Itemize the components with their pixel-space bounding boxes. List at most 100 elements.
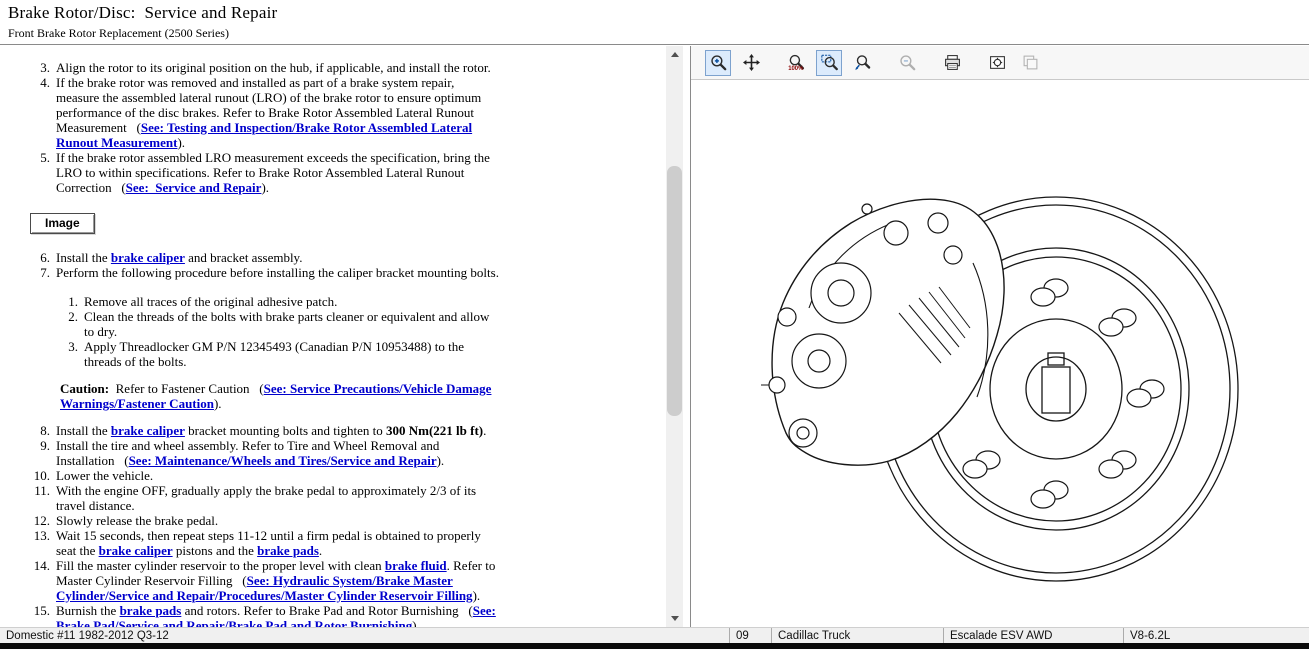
status-model: Escalade ESV AWD xyxy=(943,628,1123,643)
zoom-dynamic-button[interactable] xyxy=(849,50,875,76)
step-text: Align the rotor to its original position… xyxy=(56,60,500,75)
procedure-step: 6. Install the brake caliper and bracket … xyxy=(30,250,500,265)
step-text: Install the tire and wheel assembly. Ref… xyxy=(56,438,500,468)
step-number: 1. xyxy=(58,294,78,309)
procedure-step: 15.Burnish the brake pads and rotors. Re… xyxy=(30,603,500,627)
doc-text: Burnish the xyxy=(56,603,120,618)
step-text: Apply Threadlocker GM P/N 12345493 (Cana… xyxy=(84,339,500,369)
procedure-step: 3.Apply Threadlocker GM P/N 12345493 (Ca… xyxy=(58,339,500,369)
step-number: 8. xyxy=(30,423,50,438)
step-number: 2. xyxy=(58,309,78,339)
doc-link[interactable]: See: Maintenance/Wheels and Tires/Servic… xyxy=(129,453,437,468)
doc-text: Remove all traces of the original adhesi… xyxy=(84,294,337,309)
step-text: If the brake rotor assembled LRO measure… xyxy=(56,150,500,195)
steps-list-bottom: 8. Install the brake caliper bracket moun… xyxy=(30,423,500,627)
doc-text: and rotors. Refer to Brake Pad and Rotor… xyxy=(181,603,472,618)
image-toggle-button[interactable]: Image xyxy=(30,213,95,234)
step-number: 3. xyxy=(30,60,50,75)
sub-steps-list: 1. Remove all traces of the original adhe… xyxy=(58,294,500,369)
print-button[interactable] xyxy=(939,50,965,76)
procedure-step: 14. Fill the master cylinder reservoir to… xyxy=(30,558,500,603)
step-text: Install the brake caliper and bracket as… xyxy=(56,250,500,265)
step-text: Wait 15 seconds, then repeat steps 11-12… xyxy=(56,528,500,558)
svg-text:100%: 100% xyxy=(788,66,804,71)
doc-text: ). xyxy=(412,618,420,627)
pan-icon xyxy=(743,54,760,71)
wheel-stud xyxy=(1099,309,1136,336)
doc-link[interactable]: brake fluid xyxy=(385,558,447,573)
image-viewer-panel: 100% xyxy=(690,46,1309,627)
zoom-window-icon xyxy=(821,54,838,71)
wheel-stud xyxy=(1031,279,1068,306)
doc-text: ). xyxy=(177,135,185,150)
status-database: Domestic #11 1982-2012 Q3-12 xyxy=(0,628,729,643)
wheel-stud xyxy=(963,451,1000,478)
procedure-step: 9.Install the tire and wheel assembly. R… xyxy=(30,438,500,468)
zoom-in-button[interactable] xyxy=(705,50,731,76)
step-text: Perform the following procedure before i… xyxy=(56,265,500,280)
step-number: 6. xyxy=(30,250,50,265)
zoom-out-icon xyxy=(899,54,916,71)
step-text: Slowly release the brake pedal. xyxy=(56,513,500,528)
image-toolbar: 100% xyxy=(691,46,1309,80)
step-text: Burnish the brake pads and rotors. Refer… xyxy=(56,603,500,627)
brake-rotor-diagram-area xyxy=(691,81,1309,627)
step-text: Lower the vehicle. xyxy=(56,468,500,483)
procedure-step: 3. Align the rotor to its original positi… xyxy=(30,60,500,75)
scroll-up-button[interactable] xyxy=(666,46,683,63)
steps-list-top: 3. Align the rotor to its original positi… xyxy=(30,60,500,195)
step-number: 12. xyxy=(30,513,50,528)
doc-text: bracket mounting bolts and tighten to xyxy=(185,423,386,438)
doc-link[interactable]: brake caliper xyxy=(111,423,185,438)
doc-link[interactable]: brake caliper xyxy=(111,250,185,265)
procedure-step: 1. Remove all traces of the original adhe… xyxy=(58,294,500,309)
brake-caliper-drawing xyxy=(761,199,1004,465)
copy-image-button[interactable] xyxy=(1017,50,1043,76)
zoom-window-button[interactable] xyxy=(816,50,842,76)
procedure-step: 13.Wait 15 seconds, then repeat steps 11… xyxy=(30,528,500,558)
doc-link[interactable]: brake caliper xyxy=(99,543,173,558)
scroll-down-arrow-icon xyxy=(671,616,679,621)
scroll-up-arrow-icon xyxy=(671,52,679,57)
zoom-out-button[interactable] xyxy=(894,50,920,76)
doc-link[interactable]: brake pads xyxy=(120,603,182,618)
pan-button[interactable] xyxy=(738,50,764,76)
zoom-dynamic-icon xyxy=(854,54,871,71)
procedure-step: 11. With the engine OFF, gradually apply … xyxy=(30,483,500,513)
step-number: 10. xyxy=(30,468,50,483)
wheel-stud xyxy=(1127,380,1164,407)
doc-text: Fill the master cylinder reservoir to th… xyxy=(56,558,385,573)
step-number: 14. xyxy=(30,558,50,603)
caution-paragraph: Caution: Refer to Fastener Caution (See:… xyxy=(60,381,500,411)
doc-link[interactable]: brake pads xyxy=(257,543,319,558)
step-text: Install the brake caliper bracket mounti… xyxy=(56,423,500,438)
step-text: Fill the master cylinder reservoir to th… xyxy=(56,558,500,603)
zoom-100-icon: 100% xyxy=(788,54,805,71)
wheel-stud xyxy=(1099,451,1136,478)
zoom-100-button[interactable]: 100% xyxy=(783,50,809,76)
doc-text: Align the rotor to its original position… xyxy=(56,60,491,75)
image-settings-icon xyxy=(989,54,1006,71)
doc-text: 300 Nm(221 lb ft) xyxy=(386,423,483,438)
step-text: If the brake rotor was removed and insta… xyxy=(56,75,500,150)
step-text: Remove all traces of the original adhesi… xyxy=(84,294,500,309)
status-make: Cadillac Truck xyxy=(771,628,943,643)
doc-text: With the engine OFF, gradually apply the… xyxy=(56,483,476,513)
doc-text: Caution: xyxy=(60,381,109,396)
vertical-scrollbar[interactable] xyxy=(666,46,683,627)
taskbar-edge xyxy=(0,643,1309,649)
doc-text: Clean the threads of the bolts with brak… xyxy=(84,309,489,339)
doc-text: If the brake rotor assembled LRO measure… xyxy=(56,150,490,195)
procedure-step: 10. Lower the vehicle. xyxy=(30,468,500,483)
procedure-step: 2.Clean the threads of the bolts with br… xyxy=(58,309,500,339)
doc-link[interactable]: See: Service and Repair xyxy=(126,180,262,195)
scroll-down-button[interactable] xyxy=(666,610,683,627)
page-title: Brake Rotor/Disc: Service and Repair xyxy=(8,3,277,23)
step-number: 11. xyxy=(30,483,50,513)
step-text: With the engine OFF, gradually apply the… xyxy=(56,483,500,513)
scrollbar-thumb[interactable] xyxy=(667,166,682,416)
procedure-document-panel: 3. Align the rotor to its original positi… xyxy=(0,46,665,627)
image-settings-button[interactable] xyxy=(984,50,1010,76)
status-engine: V8-6.2L xyxy=(1123,628,1309,643)
title-bar: Brake Rotor/Disc: Service and Repair Fro… xyxy=(0,0,1309,45)
